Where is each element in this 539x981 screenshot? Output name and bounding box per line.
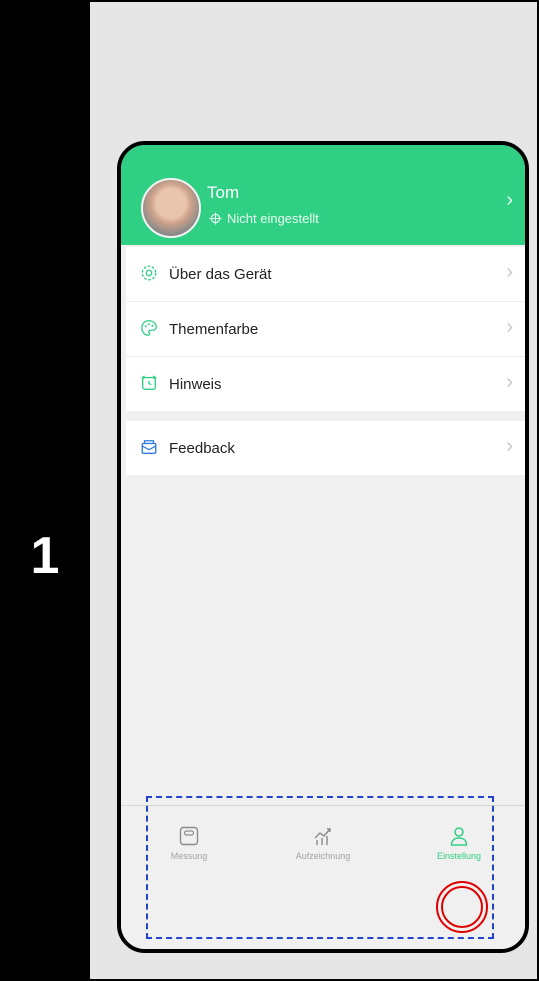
profile-header[interactable]: Tom Nicht eingestellt › [121, 145, 525, 245]
mail-icon [141, 440, 157, 454]
chevron-right-icon: › [506, 435, 513, 457]
palette-icon [141, 320, 157, 336]
tab-settings[interactable]: Einstellung [404, 825, 514, 861]
settings-menu-group: Über das Gerät › Themenfarbe › Hinweis › [126, 247, 525, 411]
tab-label: Messung [170, 851, 208, 861]
menu-item-about-device[interactable]: Über das Gerät › [126, 247, 525, 302]
chevron-right-icon: › [506, 189, 513, 211]
location-row: Nicht eingestellt [209, 211, 319, 226]
tab-label: Aufzeichnung [295, 851, 351, 861]
menu-item-label: Über das Gerät [169, 265, 272, 283]
tab-measurement[interactable]: Messung [134, 825, 244, 861]
menu-item-label: Feedback [169, 439, 235, 457]
chart-icon [314, 828, 331, 845]
location-crosshair-icon [209, 212, 222, 225]
step-sidebar: 1 [0, 0, 90, 981]
menu-item-label: Themenfarbe [169, 320, 259, 338]
avatar[interactable] [141, 178, 201, 238]
feedback-menu-group: Feedback › [126, 421, 525, 475]
menu-item-theme-color[interactable]: Themenfarbe › [126, 302, 525, 357]
person-icon [450, 827, 468, 846]
tabbar-divider [121, 805, 525, 806]
phone-screen: Tom Nicht eingestellt › Über das Gerät › [117, 141, 529, 953]
profile-name: Tom [207, 183, 240, 202]
menu-item-label: Hinweis [169, 375, 222, 393]
chevron-right-icon: › [506, 316, 513, 338]
alarm-clock-icon [141, 375, 157, 390]
step-number: 1 [30, 527, 60, 585]
tab-label: Einstellung [436, 851, 482, 861]
settings-tab-highlight-ring-inner [441, 886, 483, 928]
chevron-right-icon: › [506, 371, 513, 393]
gear-icon [141, 265, 157, 281]
menu-item-feedback[interactable]: Feedback › [126, 421, 525, 475]
location-status: Nicht eingestellt [227, 211, 319, 226]
scale-icon [179, 826, 199, 846]
menu-item-reminder[interactable]: Hinweis › [126, 357, 525, 411]
chevron-right-icon: › [506, 261, 513, 283]
tab-records[interactable]: Aufzeichnung [268, 825, 378, 861]
